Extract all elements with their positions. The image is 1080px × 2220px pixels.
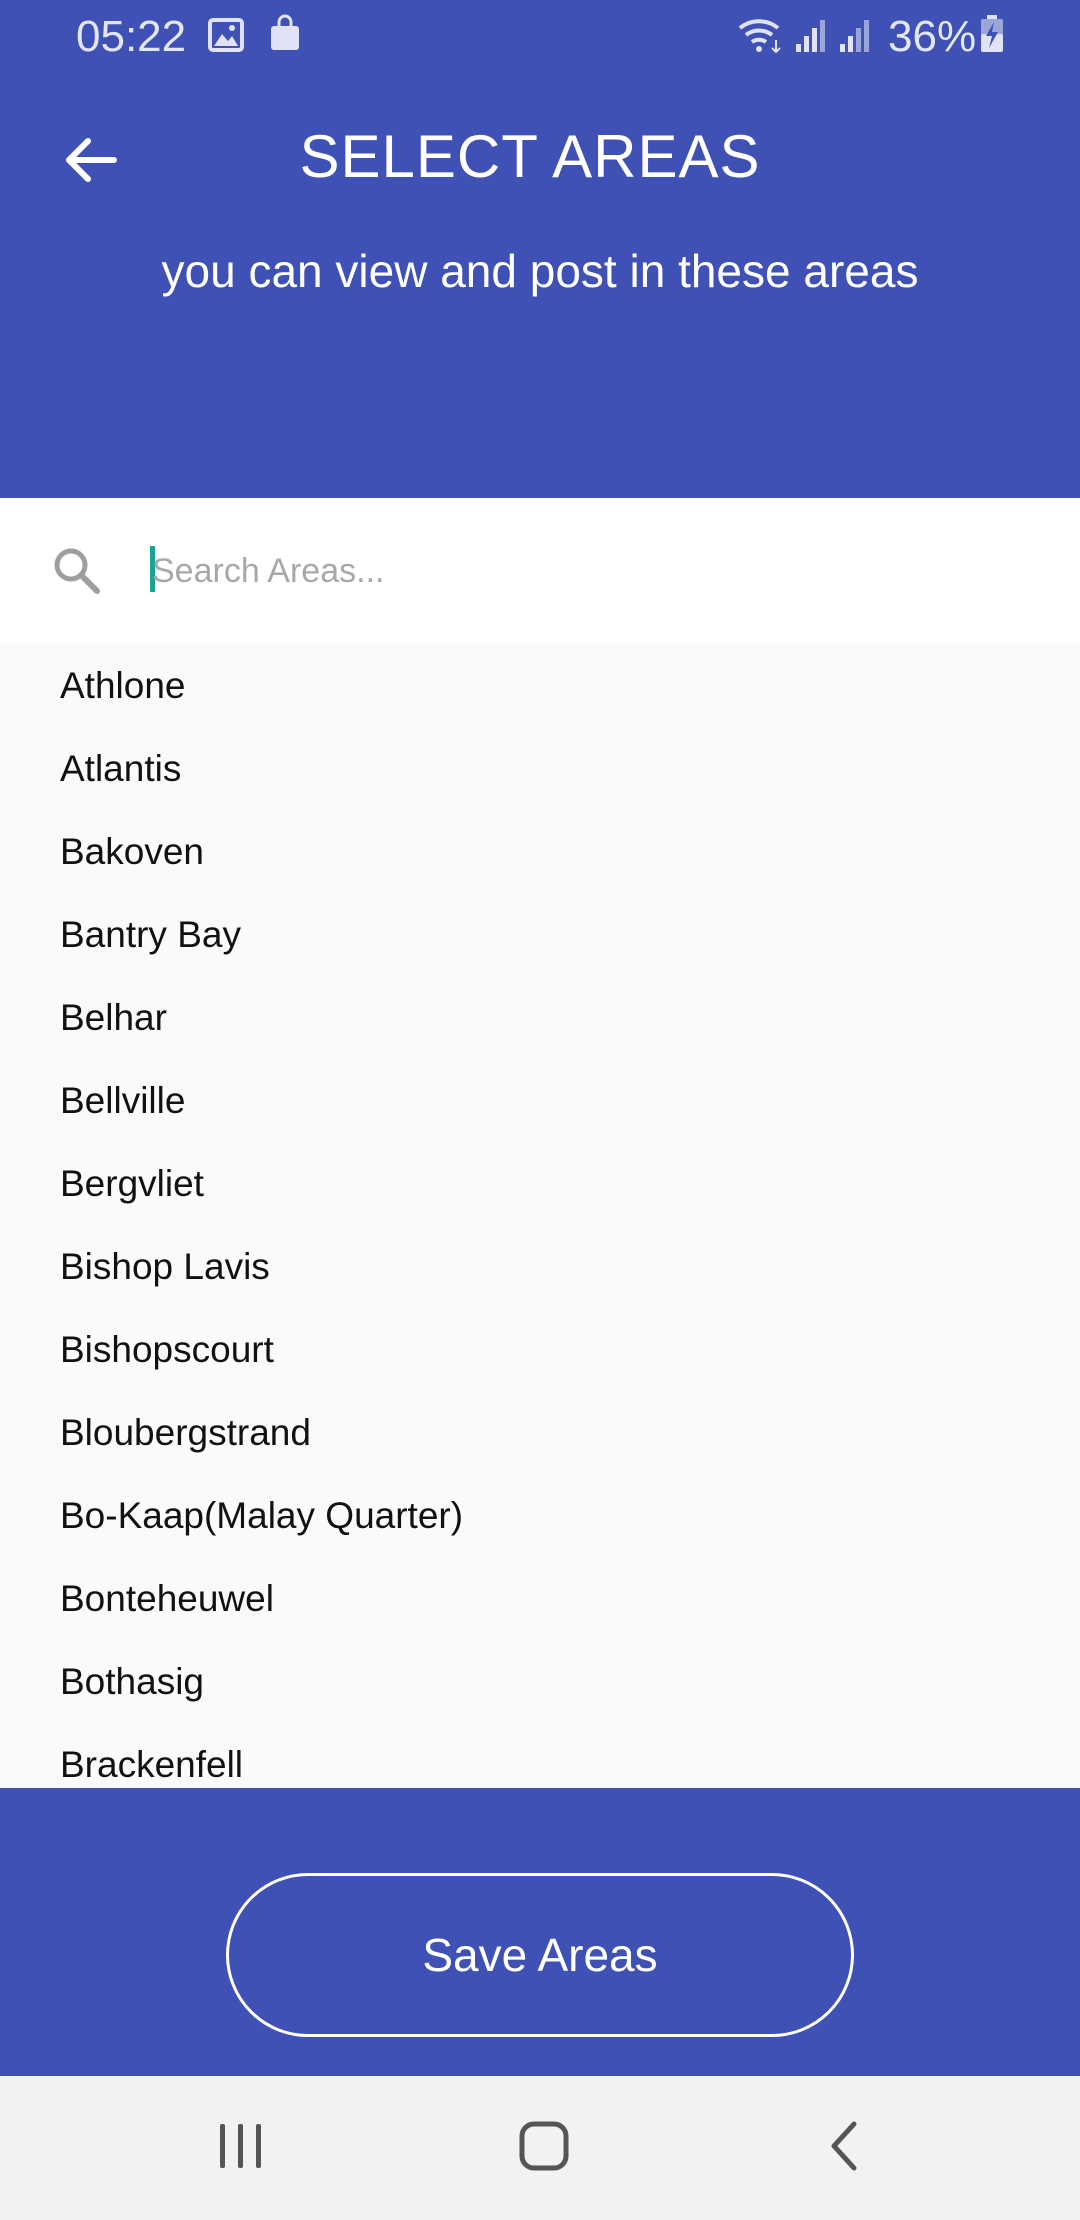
navigation-bar <box>0 2076 1080 2220</box>
search-bar <box>0 498 1080 644</box>
battery-percentage: 36% <box>888 12 977 61</box>
status-time: 05:22 <box>76 12 187 61</box>
back-icon[interactable] <box>824 2116 864 2181</box>
save-areas-button[interactable]: Save Areas <box>226 1873 854 2037</box>
signal-icon <box>838 18 874 59</box>
page-subtitle: you can view and post in these areas <box>161 245 919 297</box>
footer: Save Areas <box>0 1788 1080 2076</box>
list-item[interactable]: Athlone <box>0 644 1080 727</box>
list-item[interactable]: Bothasig <box>0 1640 1080 1723</box>
search-icon <box>52 546 102 601</box>
list-item[interactable]: Brackenfell <box>0 1723 1080 1788</box>
list-item[interactable]: Bergvliet <box>0 1142 1080 1225</box>
list-item[interactable]: Bishopscourt <box>0 1308 1080 1391</box>
header: SELECT AREAS you can view and post in th… <box>0 72 1080 498</box>
wifi-icon <box>736 16 786 59</box>
status-bar: 05:22 36% <box>0 0 1080 72</box>
search-input[interactable] <box>148 536 1028 606</box>
signal-icon <box>794 18 830 59</box>
list-item[interactable]: Bellville <box>0 1059 1080 1142</box>
home-icon[interactable] <box>514 2116 574 2181</box>
list-item[interactable]: Bonteheuwel <box>0 1557 1080 1640</box>
battery-charging-icon <box>978 14 1006 59</box>
list-item[interactable]: Bantry Bay <box>0 893 1080 976</box>
area-list[interactable]: Athlone Atlantis Bakoven Bantry Bay Belh… <box>0 644 1080 1788</box>
list-item[interactable]: Belhar <box>0 976 1080 1059</box>
image-icon <box>208 18 244 57</box>
list-item[interactable]: Bloubergstrand <box>0 1391 1080 1474</box>
list-item[interactable]: Atlantis <box>0 727 1080 810</box>
list-item[interactable]: Bo-Kaap(Malay Quarter) <box>0 1474 1080 1557</box>
list-item[interactable]: Bishop Lavis <box>0 1225 1080 1308</box>
recent-apps-icon[interactable] <box>216 2116 266 2181</box>
list-item[interactable]: Bakoven <box>0 810 1080 893</box>
bag-icon <box>268 14 302 57</box>
page-title: SELECT AREAS <box>299 123 761 190</box>
